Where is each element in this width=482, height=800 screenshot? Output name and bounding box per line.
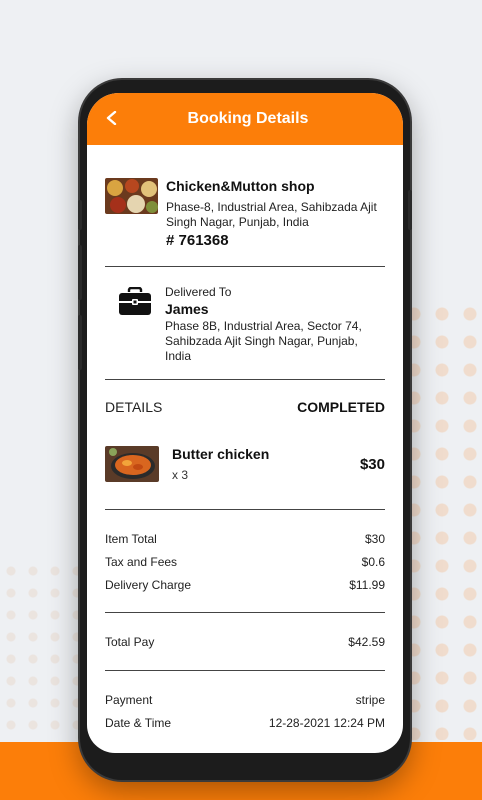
item-price: $30 (359, 455, 385, 473)
shop-name: Chicken&Mutton shop (166, 178, 315, 194)
datetime-label: Date & Time (105, 715, 172, 730)
item-quantity: x 3 (172, 468, 189, 482)
datetime-row: Date & Time 12-28-2021 12:24 PM (105, 711, 385, 734)
details-label: DETAILS (105, 399, 163, 415)
order-number: # 761368 (166, 232, 229, 249)
shop-thumbnail (105, 178, 158, 214)
chevron-left-icon[interactable] (105, 111, 119, 125)
payment-row: Payment stripe (105, 688, 385, 711)
decorative-dots-left (0, 560, 80, 760)
shop-section: Chicken&Mutton shop Phase-8, Industrial … (105, 145, 385, 249)
status-badge: COMPLETED (297, 399, 385, 415)
item-name: Butter chicken (172, 446, 270, 462)
delivery-section: Delivered To James Phase 8B, Industrial … (105, 267, 385, 379)
delivered-to-label: Delivered To (165, 285, 232, 299)
phone-side-button (78, 315, 82, 370)
delivery-charge-row: Delivery Charge $11.99 (105, 573, 385, 596)
price-breakdown: Item Total $30 Tax and Fees $0.6 Deliver… (105, 510, 385, 612)
datetime-value: 12-28-2021 12:24 PM (268, 715, 385, 730)
shop-address: Phase-8, Industrial Area, Sahibzada Ajit… (166, 200, 377, 229)
item-total-value: $30 (364, 531, 385, 546)
phone-side-button (408, 190, 412, 230)
item-total-label: Item Total (105, 531, 157, 546)
page-title: Booking Details (187, 110, 309, 127)
tax-label: Tax and Fees (105, 554, 178, 569)
total-row: Total Pay $42.59 (105, 630, 385, 653)
app-screen: Booking Details Chicken&Mutton shop Phas… (87, 93, 403, 753)
delivery-charge-value: $11.99 (349, 577, 385, 592)
payment-label: Payment (105, 692, 153, 707)
payment-section: Payment stripe Date & Time 12-28-2021 12… (105, 671, 385, 750)
recipient-name: James (165, 301, 209, 317)
payment-value: stripe (355, 692, 385, 707)
phone-side-button (78, 200, 82, 230)
item-total-row: Item Total $30 (105, 527, 385, 550)
app-header: Booking Details (87, 93, 403, 145)
list-item: Butter chicken x 3 $30 (105, 446, 385, 482)
delivery-address: Phase 8B, Industrial Area, Sector 74, Sa… (165, 319, 362, 363)
total-value: $42.59 (348, 634, 385, 649)
total-section: Total Pay $42.59 (105, 613, 385, 670)
delivery-charge-label: Delivery Charge (105, 577, 192, 592)
total-label: Total Pay (105, 634, 155, 649)
details-header: DETAILS COMPLETED (105, 380, 385, 415)
phone-side-button (78, 245, 82, 300)
briefcase-icon (119, 287, 151, 315)
tax-row: Tax and Fees $0.6 (105, 550, 385, 573)
item-thumbnail (105, 446, 159, 482)
tax-value: $0.6 (361, 554, 385, 569)
